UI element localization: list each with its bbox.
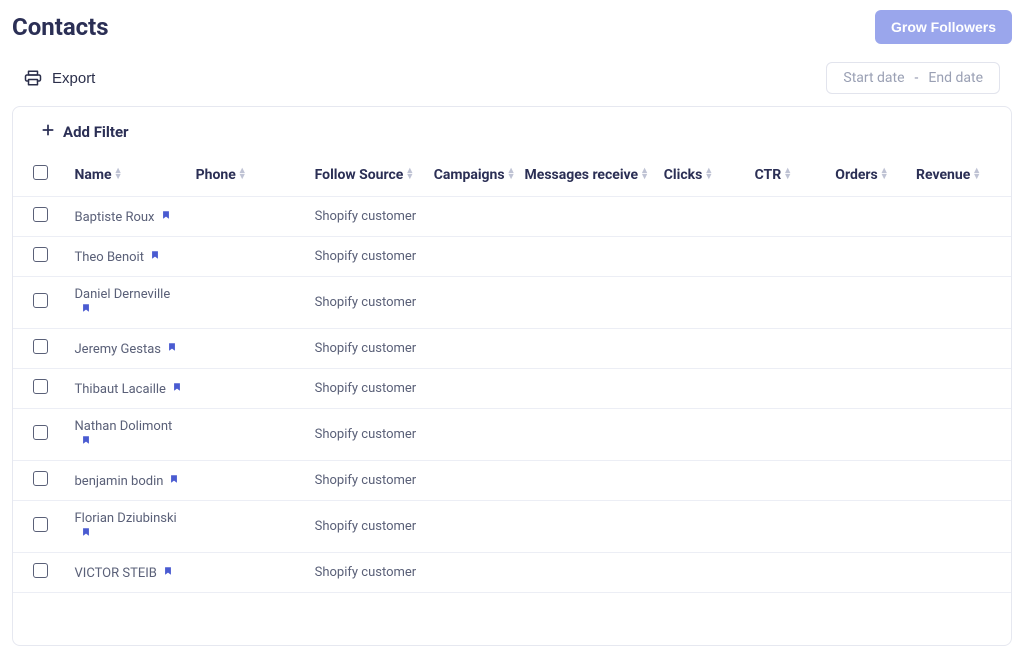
table-row[interactable]: Jeremy Gestas Shopify customer [13,329,1011,369]
table-row[interactable]: Theo Benoit Shopify customer [13,237,1011,277]
contact-name[interactable]: VICTOR STEIB [75,566,157,581]
contact-name[interactable]: Jeremy Gestas [75,342,162,357]
select-all-checkbox[interactable] [33,165,48,180]
follow-source-cell: Shopify customer [309,237,428,277]
column-header-phone[interactable]: Phone▲▼ [190,153,309,197]
bookmark-icon [167,341,177,356]
print-icon [24,69,42,87]
sort-icon: ▲▼ [880,169,889,180]
contact-name[interactable]: Nathan Dolimont [75,419,173,434]
column-header-name[interactable]: Name▲▼ [69,153,190,197]
table-row[interactable]: Baptiste Roux Shopify customer [13,197,1011,237]
sort-icon: ▲▼ [783,169,792,180]
bookmark-icon [150,249,160,264]
bookmark-icon [81,302,91,317]
column-header-campaigns[interactable]: Campaigns▲▼ [428,153,519,197]
bookmark-icon [81,526,91,541]
grow-followers-button[interactable]: Grow Followers [875,10,1012,44]
contact-name[interactable]: Theo Benoit [75,250,144,265]
follow-source-cell: Shopify customer [309,197,428,237]
follow-source-cell: Shopify customer [309,277,428,329]
follow-source-cell: Shopify customer [309,369,428,409]
sort-icon: ▲▼ [238,169,247,180]
end-date-placeholder: End date [928,70,983,86]
bookmark-icon [163,565,173,580]
sort-icon: ▲▼ [640,169,649,180]
column-header-messages[interactable]: Messages receive▲▼ [519,153,658,197]
follow-source-cell: Shopify customer [309,329,428,369]
table-row[interactable]: Florian Dziubinski Shopify customer [13,501,1011,553]
sort-icon: ▲▼ [972,169,981,180]
date-dash: - [915,70,919,86]
export-button[interactable]: Export [24,69,95,87]
bookmark-icon [169,473,179,488]
bookmark-icon [172,381,182,396]
follow-source-cell: Shopify customer [309,409,428,461]
follow-source-cell: Shopify customer [309,461,428,501]
column-header-orders[interactable]: Orders▲▼ [829,153,910,197]
column-header-clicks[interactable]: Clicks▲▼ [658,153,749,197]
contacts-table: Name▲▼ Phone▲▼ Follow Source▲▼ Campaigns… [13,153,1011,593]
sort-icon: ▲▼ [405,169,414,180]
row-checkbox[interactable] [33,339,48,354]
row-checkbox[interactable] [33,293,48,308]
contact-name[interactable]: Thibaut Lacaille [75,382,166,397]
sort-icon: ▲▼ [704,169,713,180]
row-checkbox[interactable] [33,207,48,222]
sort-icon: ▲▼ [114,169,123,180]
row-checkbox[interactable] [33,379,48,394]
row-checkbox[interactable] [33,563,48,578]
start-date-placeholder: Start date [843,70,904,86]
follow-source-cell: Shopify customer [309,553,428,593]
bookmark-icon [161,209,171,224]
column-header-ctr[interactable]: CTR▲▼ [749,153,830,197]
table-row[interactable]: Nathan Dolimont Shopify customer [13,409,1011,461]
add-filter-label: Add Filter [63,123,129,141]
contact-name[interactable]: Daniel Derneville [75,287,171,302]
page-title: Contacts [12,13,109,41]
row-checkbox[interactable] [33,517,48,532]
contact-name[interactable]: Florian Dziubinski [75,511,177,526]
date-range-picker[interactable]: Start date - End date [826,62,1000,94]
row-checkbox[interactable] [33,425,48,440]
bookmark-icon [81,434,91,449]
contact-name[interactable]: Baptiste Roux [75,210,155,225]
plus-icon [41,123,55,141]
add-filter-button[interactable]: Add Filter [13,107,1011,153]
contact-name[interactable]: benjamin bodin [75,474,164,489]
row-checkbox[interactable] [33,247,48,262]
row-checkbox[interactable] [33,471,48,486]
export-label: Export [52,70,95,87]
table-row[interactable]: Daniel Derneville Shopify customer [13,277,1011,329]
sort-icon: ▲▼ [507,169,516,180]
follow-source-cell: Shopify customer [309,501,428,553]
table-row[interactable]: Thibaut Lacaille Shopify customer [13,369,1011,409]
column-header-follow-source[interactable]: Follow Source▲▼ [309,153,428,197]
table-row[interactable]: VICTOR STEIB Shopify customer [13,553,1011,593]
table-row[interactable]: benjamin bodin Shopify customer [13,461,1011,501]
column-header-revenue[interactable]: Revenue▲▼ [910,153,1011,197]
